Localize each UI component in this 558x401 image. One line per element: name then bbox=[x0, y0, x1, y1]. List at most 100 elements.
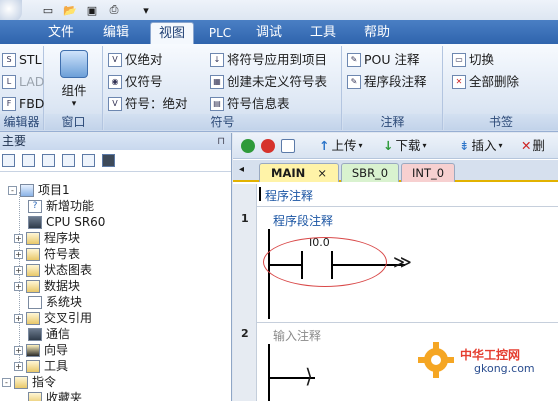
stop-icon bbox=[261, 139, 275, 153]
tree-item-program-block[interactable]: + 程序块 bbox=[14, 230, 80, 246]
tree-item-cross-reference[interactable]: + 交叉引用 bbox=[14, 310, 92, 326]
expand-icon[interactable]: + bbox=[14, 281, 23, 291]
network-comment-button[interactable]: ✎ 程序段注释 bbox=[347, 72, 427, 92]
tree-item-status-chart[interactable]: + 状态图表 bbox=[14, 262, 92, 278]
tab-file[interactable]: 文件 bbox=[40, 22, 82, 44]
folder-icon bbox=[26, 311, 40, 325]
fbd-button[interactable]: F FBD bbox=[2, 94, 44, 114]
expand-icon[interactable]: + bbox=[14, 249, 23, 259]
save-icon[interactable]: ▣ bbox=[84, 2, 100, 18]
editor-group-label: 编辑器 bbox=[0, 114, 43, 130]
collapse-icon[interactable]: - bbox=[8, 185, 17, 195]
create-undefined-symbols-button[interactable]: ▦ 创建未定义符号表 bbox=[210, 72, 327, 92]
quick-access-toolbar: ▭ 📂 ▣ ⎙ ▾ bbox=[0, 0, 558, 22]
pou-comment-marker bbox=[259, 187, 261, 201]
print-icon[interactable]: ⎙ bbox=[106, 2, 122, 18]
insert-button[interactable]: ⇟ 插入 ▾ bbox=[459, 137, 503, 155]
stl-button[interactable]: S STL bbox=[2, 50, 42, 70]
network-comment[interactable]: 程序段注释 bbox=[273, 212, 333, 229]
table-info-icon: ▤ bbox=[210, 97, 224, 111]
tab-plc[interactable]: PLC bbox=[200, 22, 240, 44]
open-folder-icon[interactable]: 📂 bbox=[62, 2, 78, 18]
component-label: 组件 bbox=[61, 83, 87, 98]
tree-item-favorites[interactable]: 收藏夹 bbox=[28, 390, 82, 401]
tree-item-symbol-table[interactable]: + 符号表 bbox=[14, 246, 80, 262]
new-file-icon[interactable]: ▭ bbox=[40, 2, 56, 18]
bookmark-group: ▭ 切换 ✕ 全部删除 书签 bbox=[444, 46, 558, 130]
collapse-icon[interactable]: - bbox=[2, 377, 11, 387]
toggle-bookmark-button[interactable]: ▭ 切换 bbox=[452, 50, 494, 70]
apply-icon: ↓ bbox=[210, 53, 224, 67]
comment-group-label: 注释 bbox=[343, 114, 442, 130]
network-separator bbox=[257, 322, 558, 323]
compile-button[interactable] bbox=[281, 137, 297, 155]
tab-sbr0[interactable]: SBR_0 bbox=[341, 163, 399, 182]
monitor-icon[interactable] bbox=[102, 154, 115, 167]
tree-item-instructions[interactable]: - 指令 bbox=[2, 374, 56, 390]
pin-icon[interactable]: ⊓ bbox=[217, 133, 225, 150]
gear-icon bbox=[418, 342, 454, 378]
delete-button[interactable]: ✕ 删 bbox=[521, 137, 545, 155]
tree-item-project[interactable]: - 项目1 bbox=[8, 182, 70, 198]
expand-icon[interactable]: + bbox=[14, 361, 23, 371]
tab-debug[interactable]: 调试 bbox=[248, 22, 290, 44]
tab-int0[interactable]: INT_0 bbox=[401, 163, 455, 182]
tree-item-system-block[interactable]: 系统块 bbox=[28, 294, 82, 310]
tree-item-data-block[interactable]: + 数据块 bbox=[14, 278, 80, 294]
tree-item-communication[interactable]: 通信 bbox=[28, 326, 70, 342]
tree-item-wizard[interactable]: + 向导 bbox=[14, 342, 68, 358]
system-block-icon bbox=[28, 295, 42, 309]
expand-icon[interactable]: + bbox=[14, 233, 23, 243]
insert-icon: ⇟ bbox=[459, 138, 470, 153]
help-icon: ? bbox=[28, 199, 42, 213]
folder-icon bbox=[26, 279, 40, 293]
absolute-only-button[interactable]: V 仅绝对 bbox=[108, 50, 163, 70]
delete-all-bookmarks-button[interactable]: ✕ 全部删除 bbox=[452, 72, 519, 92]
tab-main[interactable]: MAIN × bbox=[259, 163, 339, 182]
apply-symbols-button[interactable]: ↓ 将符号应用到项目 bbox=[210, 50, 327, 70]
upload-button[interactable]: ↑ 上传 ▾ bbox=[319, 137, 363, 155]
pou-comment-button[interactable]: ✎ POU 注释 bbox=[347, 50, 420, 70]
tree-item-tools[interactable]: + 工具 bbox=[14, 358, 68, 374]
document-view-icon[interactable] bbox=[62, 154, 75, 167]
symbol-absolute-button[interactable]: V 符号：绝对 bbox=[108, 94, 188, 114]
tab-tools[interactable]: 工具 bbox=[302, 22, 344, 44]
tab-edit[interactable]: 编辑 bbox=[95, 22, 137, 44]
communication-icon bbox=[28, 327, 42, 341]
run-button[interactable] bbox=[241, 137, 257, 155]
lad-button[interactable]: L LAD bbox=[2, 72, 44, 92]
download-button[interactable]: ↓ 下载 ▾ bbox=[383, 137, 427, 155]
network-number: 2 bbox=[241, 327, 249, 340]
run-icon bbox=[241, 139, 255, 153]
delete-icon: ✕ bbox=[521, 138, 532, 153]
properties-icon[interactable] bbox=[82, 154, 95, 167]
editor-group: S STL L LAD F FBD 编辑器 bbox=[0, 46, 44, 130]
bookmark-group-label: 书签 bbox=[444, 114, 558, 130]
customize-dropdown-icon[interactable]: ▾ bbox=[138, 2, 154, 18]
symbol-only-button[interactable]: ◉ 仅符号 bbox=[108, 72, 163, 92]
tree-item-cpu[interactable]: CPU SR60 bbox=[28, 214, 105, 230]
tree-view-icon[interactable] bbox=[2, 154, 15, 167]
open-rung-arrow-icon: ≫ bbox=[393, 252, 412, 273]
tab-view[interactable]: 视图 bbox=[150, 22, 194, 44]
application-button[interactable] bbox=[0, 0, 22, 22]
pou-comment[interactable]: 程序注释 bbox=[265, 187, 313, 204]
project-tree-panel: 主要 ⊓ - 项目1 ? 新增功能 CPU SR60 + 程序块 + 符号表 + 状态图表… bbox=[0, 133, 232, 401]
network-comment[interactable]: 输入注释 bbox=[273, 327, 321, 344]
panel-title: 主要 bbox=[2, 134, 27, 148]
expand-icon[interactable]: + bbox=[14, 345, 23, 355]
grid-view-icon[interactable] bbox=[22, 154, 35, 167]
comment-group: ✎ POU 注释 ✎ 程序段注释 注释 bbox=[343, 46, 443, 130]
stop-button[interactable] bbox=[261, 137, 277, 155]
expand-icon[interactable]: + bbox=[14, 265, 23, 275]
scroll-left-icon[interactable]: ◂ bbox=[239, 164, 244, 175]
watermark-text: 中华工控网 bbox=[460, 348, 521, 362]
list-view-icon[interactable] bbox=[42, 154, 55, 167]
tree-item-new-features[interactable]: ? 新增功能 bbox=[28, 198, 94, 214]
cpu-icon bbox=[28, 215, 42, 229]
expand-icon[interactable]: + bbox=[14, 313, 23, 323]
tab-help[interactable]: 帮助 bbox=[356, 22, 398, 44]
component-button[interactable]: 组件 ▾ bbox=[54, 50, 94, 110]
close-icon[interactable]: × bbox=[317, 166, 327, 180]
symbol-info-table-button[interactable]: ▤ 符号信息表 bbox=[210, 94, 290, 114]
